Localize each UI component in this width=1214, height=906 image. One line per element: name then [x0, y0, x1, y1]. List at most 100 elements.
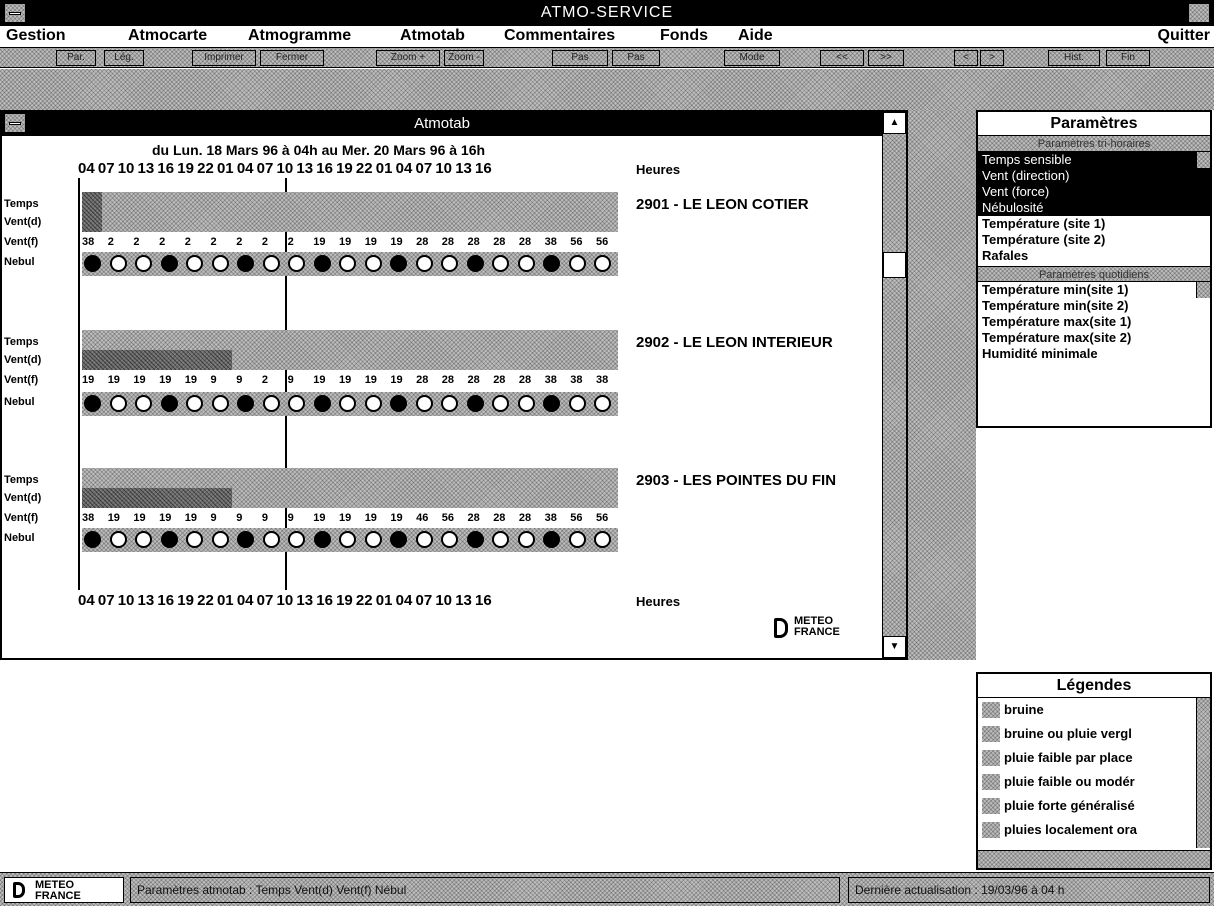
- row-label-temps-2: Temps: [4, 336, 39, 348]
- legendes-vertical-scrollbar[interactable]: [1196, 698, 1210, 848]
- param-item[interactable]: Vent (direction): [978, 168, 1210, 184]
- vent-force-value: 19: [390, 236, 403, 248]
- row-label-ventf-2: Vent(f): [4, 374, 39, 386]
- nebulosity-icon: [364, 531, 382, 548]
- vent-force-value: 2: [287, 236, 294, 248]
- nebulosity-icon: [313, 255, 331, 272]
- scroll-thumb[interactable]: [883, 252, 906, 278]
- legendes-list: bruine bruine ou pluie vergl pluie faibl…: [978, 698, 1210, 848]
- toolbar-button-mode[interactable]: Mode: [724, 50, 780, 66]
- scroll-down-icon[interactable]: ▼: [883, 636, 906, 658]
- toolbar-button-hist[interactable]: Hist.: [1048, 50, 1100, 66]
- param-item[interactable]: Vent (force): [978, 184, 1210, 200]
- vent-force-value: 9: [210, 374, 217, 386]
- nebulosity-icon: [466, 531, 484, 548]
- param-item[interactable]: Température max(site 2): [978, 330, 1210, 346]
- param-item[interactable]: Nébulosité: [978, 200, 1210, 216]
- row-label-nebul-2: Nebul: [4, 396, 35, 408]
- vent-force-value: 56: [570, 236, 583, 248]
- meteo-logo-text: METEO FRANCE: [794, 616, 840, 638]
- vent-force-value: 19: [107, 374, 120, 386]
- quotidiens-list[interactable]: Température min(site 1) Température min(…: [978, 282, 1210, 364]
- scroll-up-icon[interactable]: ▲: [883, 112, 906, 134]
- nebulosity-icon: [109, 531, 127, 548]
- parametres-panel: Paramètres Paramètres tri-horaires Temps…: [976, 110, 1212, 428]
- legendes-title: Légendes: [978, 674, 1210, 698]
- menu-aide[interactable]: Aide: [738, 27, 773, 45]
- param-item[interactable]: Humidité minimale: [978, 346, 1210, 362]
- status-message: Paramètres atmotab : Temps Vent(d) Vent(…: [130, 877, 840, 903]
- menu-commentaires[interactable]: Commentaires: [504, 27, 615, 45]
- vent-force-value: 28: [493, 374, 506, 386]
- vent-force-value: 19: [364, 374, 377, 386]
- toolbar-button-par[interactable]: Par.: [56, 50, 96, 66]
- vent-force-value: 56: [596, 236, 609, 248]
- toolbar-button-fin[interactable]: Fin: [1106, 50, 1150, 66]
- nebulosity-icon: [415, 531, 433, 548]
- grid-left-border: [78, 178, 80, 590]
- nebul-band-1: [82, 252, 618, 276]
- menu-fonds[interactable]: Fonds: [660, 27, 708, 45]
- vent-force-value: 56: [570, 512, 583, 524]
- vent-force-value: 19: [390, 512, 403, 524]
- site-name-2: 2902 - LE LEON INTERIEUR: [636, 334, 833, 351]
- nebulosity-icon: [109, 395, 127, 412]
- param-item[interactable]: Température (site 2): [978, 232, 1210, 248]
- toolbar-button-leg[interactable]: Lég.: [104, 50, 144, 66]
- menu-atmotab[interactable]: Atmotab: [400, 27, 465, 45]
- menu-quitter[interactable]: Quitter: [1158, 27, 1210, 45]
- nebulosity-icon: [211, 531, 229, 548]
- vent-force-value: 19: [339, 236, 352, 248]
- nebulosity-icon: [160, 395, 178, 412]
- nebulosity-icon: [492, 395, 509, 412]
- vent-force-value: 28: [416, 236, 429, 248]
- toolbar-button-fast-back[interactable]: <<: [820, 50, 864, 66]
- vent-force-value: 9: [287, 374, 294, 386]
- toolbar-button-forward[interactable]: >: [980, 50, 1004, 66]
- toolbar-button-fast-forward[interactable]: >>: [868, 50, 904, 66]
- param-item[interactable]: Température (site 1): [978, 216, 1210, 232]
- param-item[interactable]: Température min(site 2): [978, 298, 1210, 314]
- menu-atmocarte[interactable]: Atmocarte: [128, 27, 207, 45]
- toolbar-button-fermer[interactable]: Fermer: [260, 50, 324, 66]
- trihoraires-scrollbar[interactable]: [1196, 152, 1210, 168]
- toolbar-button-zoom-out[interactable]: Zoom -: [444, 50, 484, 66]
- param-item[interactable]: Rafales: [978, 248, 1210, 264]
- toolbar-button-imprimer[interactable]: Imprimer: [192, 50, 256, 66]
- menu-gestion[interactable]: Gestion: [6, 27, 66, 45]
- nebulosity-icon: [339, 255, 356, 272]
- vent-force-value: 9: [287, 512, 294, 524]
- trihoraires-list[interactable]: Temps sensible Vent (direction) Vent (fo…: [978, 152, 1210, 266]
- nebulosity-icon: [543, 395, 560, 412]
- legendes-horizontal-scrollbar[interactable]: [978, 850, 1210, 868]
- legend-item: pluies localement ora: [978, 818, 1210, 842]
- quotidiens-scrollbar[interactable]: [1196, 282, 1210, 298]
- minimize-icon[interactable]: [1188, 3, 1210, 23]
- menu-atmogramme[interactable]: Atmogramme: [248, 27, 351, 45]
- toolbar-button-zoom-in[interactable]: Zoom +: [376, 50, 440, 66]
- legend-item: pluie forte généralisé: [978, 794, 1210, 818]
- vent-force-value: 28: [518, 512, 532, 524]
- vent-force-value: 19: [107, 512, 120, 524]
- site-name-3: 2903 - LES POINTES DU FIN: [636, 472, 837, 489]
- vent-force-value: 2: [261, 236, 269, 248]
- vent-force-value: 38: [596, 374, 609, 386]
- vent-force-value: 2: [210, 236, 217, 248]
- nebulosity-icon: [135, 395, 152, 412]
- vent-force-value: 2: [184, 236, 191, 248]
- toolbar-button-back[interactable]: <: [954, 50, 978, 66]
- param-item[interactable]: Température min(site 1): [978, 282, 1210, 298]
- weather-band-3-dark: [82, 488, 232, 508]
- toolbar-button-pas-1[interactable]: Pas: [552, 50, 608, 66]
- param-item[interactable]: Température max(site 1): [978, 314, 1210, 330]
- vent-force-value: 38: [82, 236, 95, 248]
- vent-force-value: 19: [133, 512, 146, 524]
- site-name-1: 2901 - LE LEON COTIER: [636, 196, 809, 213]
- atmotab-vertical-scrollbar[interactable]: ▲ ▼: [882, 112, 906, 658]
- vent-force-value: 9: [236, 512, 243, 524]
- nebulosity-icon: [237, 255, 254, 272]
- toolbar-button-pas-2[interactable]: Pas: [612, 50, 660, 66]
- vent-force-value: 28: [467, 374, 480, 386]
- param-item[interactable]: Temps sensible: [978, 152, 1210, 168]
- nebulosity-icon: [543, 255, 560, 272]
